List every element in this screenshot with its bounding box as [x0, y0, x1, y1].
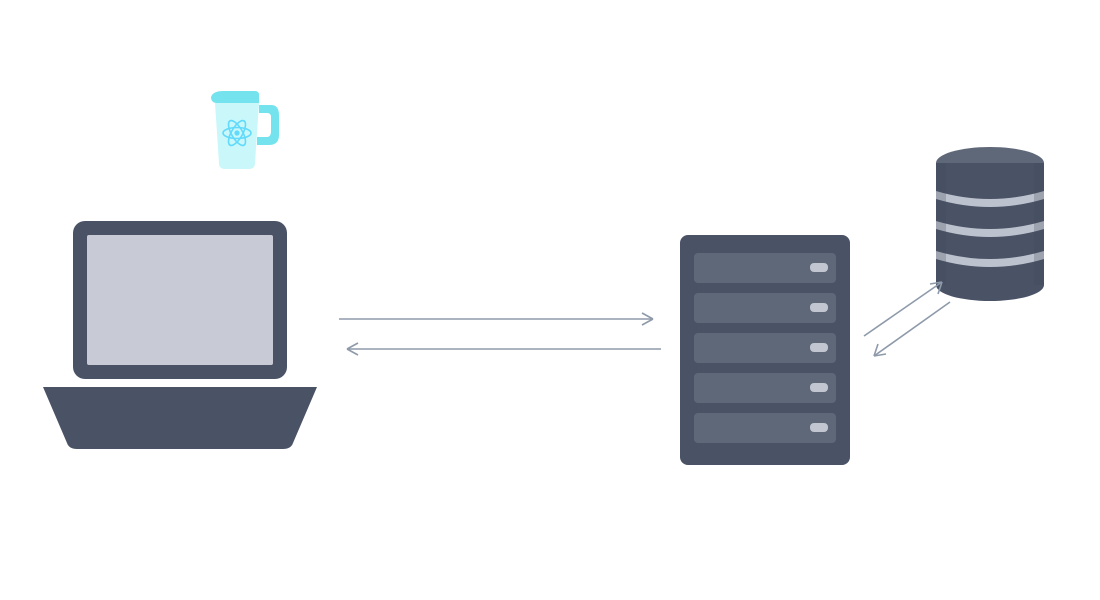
server-icon: [680, 235, 850, 470]
laptop-icon: [35, 215, 325, 460]
arrow-client-server: [335, 305, 665, 365]
react-pitcher-icon: [205, 85, 289, 180]
arrow-server-database: [850, 270, 960, 370]
architecture-diagram: [0, 0, 1100, 600]
